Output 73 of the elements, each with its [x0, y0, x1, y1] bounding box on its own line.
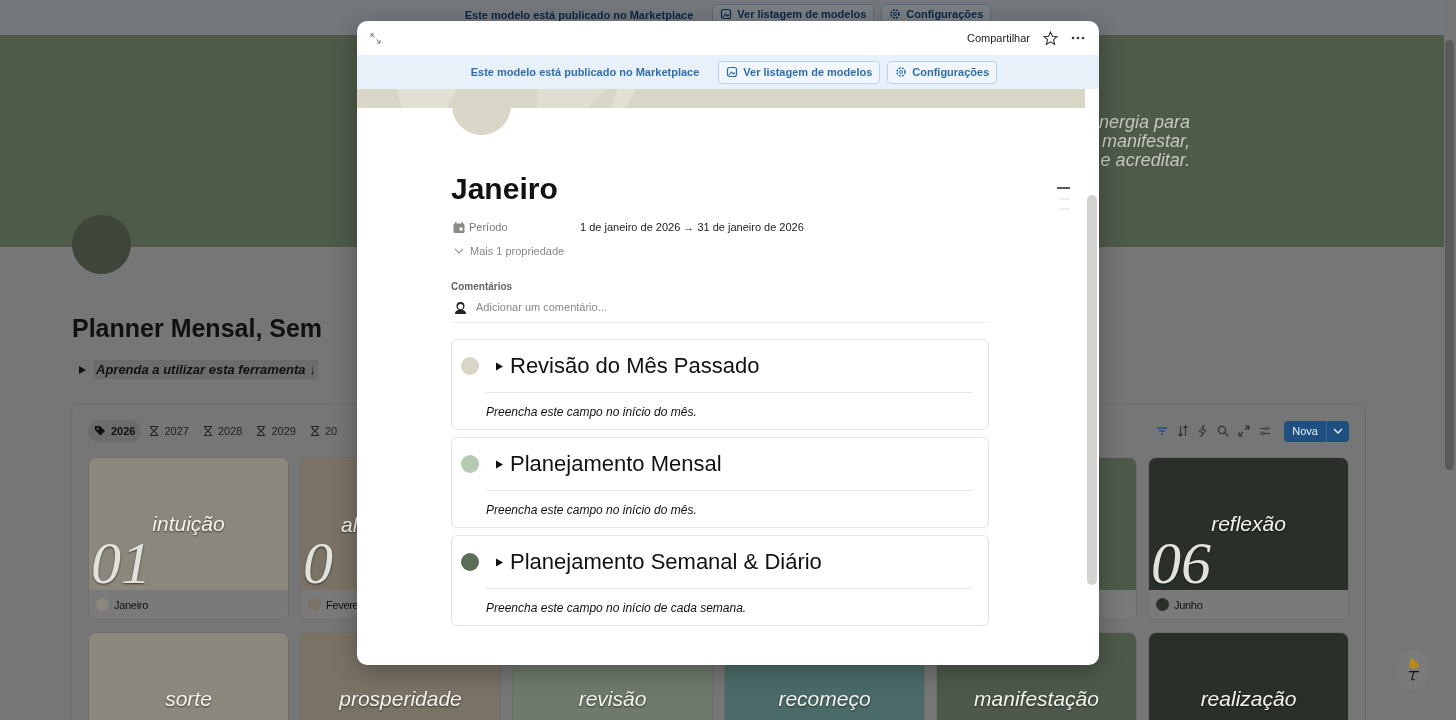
callout-text: Preencha este campo no início do mês. — [486, 503, 697, 517]
tag-icon — [94, 425, 106, 437]
image-icon — [720, 8, 733, 20]
hourglass-icon — [256, 425, 267, 437]
toggle-label[interactable]: Aprenda a utilizar esta ferramenta ↓ — [94, 360, 318, 379]
toggle-triangle-icon[interactable] — [495, 459, 503, 469]
gallery-card[interactable]: realização — [1148, 632, 1349, 720]
callout-text: Preencha este campo no início do mês. — [486, 405, 697, 419]
search-icon[interactable] — [1217, 425, 1230, 437]
view-tab[interactable]: 2026 — [88, 420, 142, 442]
lightning-icon[interactable] — [1198, 425, 1209, 437]
card-word: prosperidade — [339, 687, 462, 711]
card-title: Junho — [1174, 598, 1203, 611]
page-title: Janeiro — [451, 171, 559, 207]
card-word: realização — [1200, 687, 1297, 711]
card-word: intuição — [152, 512, 225, 536]
view-tab[interactable]: 2029 — [250, 420, 302, 442]
quote-text: nergia para — [1098, 112, 1190, 132]
property-value[interactable]: 1 de janeiro de 2026 → 31 de janeiro de 2026 — [580, 221, 804, 233]
card-word: recomeço — [778, 687, 871, 711]
banner-text: Este modelo está publicado no Marketplace — [464, 9, 694, 21]
gallery-card[interactable]: sorte — [88, 632, 289, 720]
hourglass-icon — [309, 425, 320, 437]
page-title: Planner Mensal, Sem — [72, 313, 324, 344]
chevron-icon — [454, 248, 464, 254]
property-label: Período — [469, 221, 508, 233]
gallery-card[interactable]: 06 reflexão Junho — [1148, 457, 1349, 620]
quote-text: manifestar, — [1101, 131, 1190, 151]
star-icon[interactable] — [1043, 30, 1058, 46]
card-title: Janeiro — [114, 598, 148, 611]
banner-text: Este modelo está publicado no Marketplace — [470, 66, 700, 78]
card-word: al — [341, 513, 358, 537]
quote-text: e acreditar. — [1100, 150, 1190, 170]
help-button[interactable] — [1398, 650, 1429, 690]
card-number: 01 — [91, 538, 151, 588]
new-button[interactable]: Nova — [1284, 420, 1349, 442]
card-word: sorte — [165, 687, 212, 711]
more-icon[interactable] — [1071, 36, 1085, 40]
toggle-triangle-icon[interactable] — [78, 365, 86, 374]
toggle-heading[interactable]: Planejamento Mensal — [510, 451, 722, 477]
more-properties-link[interactable]: Mais 1 propriedade — [451, 245, 989, 257]
banner-button[interactable]: Ver listagem de modelos — [718, 60, 881, 84]
expand-icon[interactable] — [370, 32, 381, 44]
toggle-heading[interactable]: Revisão do Mês Passado — [510, 353, 760, 379]
card-word: revisão — [578, 687, 647, 711]
caret-icon[interactable] — [1333, 428, 1343, 434]
avatar-icon — [454, 300, 467, 314]
hourglass-icon — [149, 425, 160, 437]
gallery-card[interactable]: 01 intuição Janeiro — [88, 457, 289, 620]
image-icon — [726, 66, 739, 78]
calendar-icon — [453, 221, 465, 233]
card-number: 0 — [303, 538, 333, 588]
card-title: Fevere — [326, 598, 359, 611]
toggle-triangle-icon[interactable] — [495, 361, 503, 371]
sort-icon[interactable] — [1177, 425, 1190, 437]
toggle-heading[interactable]: Planejamento Semanal & Diário — [510, 549, 822, 575]
hourglass-icon — [202, 425, 213, 437]
expand-icon[interactable] — [1238, 425, 1251, 437]
view-tab[interactable]: 2028 — [196, 420, 249, 442]
toggle-triangle-icon[interactable] — [495, 557, 503, 567]
card-number: 06 — [1151, 538, 1211, 588]
view-tab[interactable]: 2027 — [143, 420, 195, 442]
settings-icon — [889, 8, 902, 20]
settings-icon[interactable] — [1259, 425, 1272, 437]
view-tab[interactable]: 20 — [303, 420, 344, 442]
settings-icon — [895, 66, 908, 78]
card-word: reflexão — [1211, 512, 1286, 536]
comments-heading: Comentários — [451, 281, 514, 292]
card-word: manifestação — [974, 687, 1099, 711]
banner-button[interactable]: Configurações — [887, 60, 998, 84]
callout-text: Preencha este campo no início de cada semana. — [486, 601, 747, 615]
outline-icon[interactable] — [1057, 187, 1070, 211]
share-button[interactable]: Compartilhar — [967, 32, 1030, 44]
